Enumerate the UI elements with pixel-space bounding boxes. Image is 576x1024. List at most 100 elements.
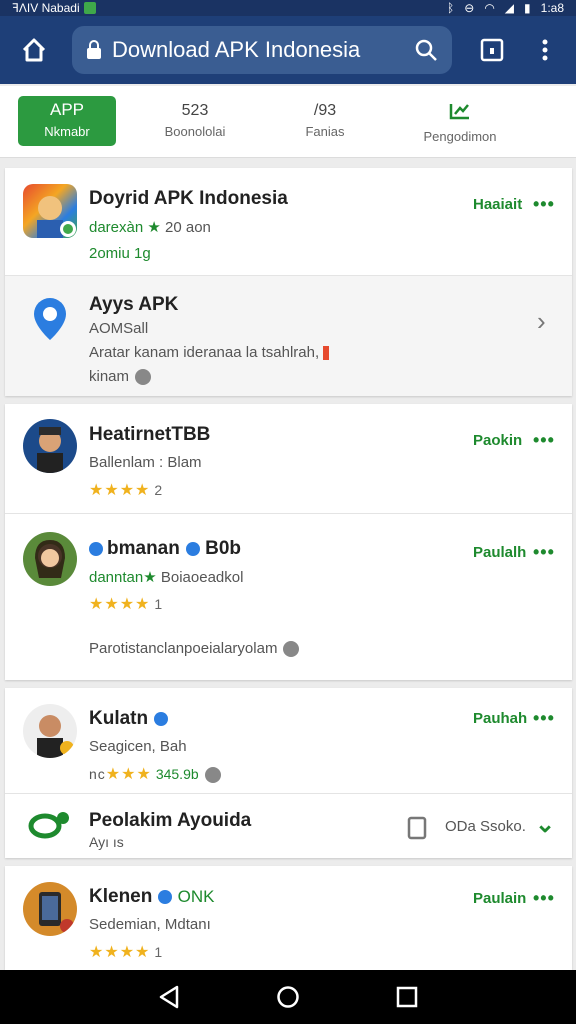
home-icon [22,38,46,62]
item-developer: darexàn ★ 20 aon [89,219,211,236]
item-subtitle: Ballenlam : Blam [89,454,202,471]
card-list: HeatirnetTBB Ballenlam : Blam ★★★★ 2 Paok… [5,404,572,680]
tab-app-label: Nkmabr [44,124,90,139]
item-title: HeatirnetTBB [89,424,211,445]
share-icon [283,641,300,658]
install-button[interactable]: Haaiait [473,196,522,213]
app-icon [23,882,77,936]
tab-settings-label: Pengodimon [423,129,497,144]
item-title: Ayys APK [89,294,179,315]
more-options-icon[interactable]: ••• [533,194,555,215]
tab-downloads-count: 523 [181,102,209,119]
rating-stars: ★★★★ 2 [89,482,163,499]
link-icon [27,808,73,845]
location-pin-icon [23,292,77,346]
recents-button[interactable] [387,977,427,1017]
back-button[interactable] [149,977,189,1017]
install-button[interactable]: Pauhah [473,710,527,727]
install-button[interactable]: Paulalh [473,544,526,561]
clipboard-icon [407,816,429,845]
item-title: Peolakim Ayouida [89,810,252,831]
tab-app-title: APP [49,100,85,119]
more-options-icon[interactable]: ••• [533,708,555,729]
battery-icon: ▮ [524,1,531,15]
chevron-down-icon[interactable]: ⌄ [535,810,555,839]
card-list: Klenen ONK Sedemian, Mdtanı ★★★★ 1 Paulai… [5,866,572,970]
list-item[interactable]: Klenen ONK Sedemian, Mdtanı ★★★★ 1 Paulai… [5,866,572,970]
category-tabs: APP Nkmabr 523 Boonololai /93 Fanias Pen… [0,86,576,158]
overflow-menu-button[interactable] [530,36,560,64]
tab-settings[interactable]: Pengodimon [405,96,515,146]
card-featured: Doyrid APK Indonesia darexàn ★ 20 aon 2o… [5,168,572,396]
home-button[interactable] [0,16,68,84]
tab-fans[interactable]: /93 Fanias [275,96,375,146]
verified-icon [89,541,103,556]
list-item[interactable]: Peolakim Ayouida Ayı ıs ODa Ssoko. ⌄ [5,794,572,858]
tab-app[interactable]: APP Nkmabr [18,96,116,146]
item-subtitle: AOMSall [89,320,149,337]
install-button[interactable]: Paulain [473,890,526,907]
item-status: ODa Ssoko. [445,818,526,835]
url-bar[interactable]: Download APK Indonesia [72,26,452,74]
item-title: Klenen ONK [89,886,215,907]
search-icon[interactable] [414,38,438,62]
item-description: Parotistanclanpoeialaryolam [89,640,300,658]
more-vert-icon [542,39,548,61]
verified-icon [154,711,169,726]
more-options-icon[interactable]: ••• [533,888,555,909]
verified-icon [185,541,200,556]
tab-switcher-button[interactable] [470,36,514,64]
item-title: bmanan B0b [89,538,241,560]
lock-icon [86,40,108,60]
rating-stars: nc★★★ 345.9b [89,764,221,784]
notification-icon [83,2,96,14]
item-subtitle: Ayı ıs [89,834,124,850]
list-item[interactable]: Doyrid APK Indonesia darexàn ★ 20 aon 2o… [5,168,572,276]
list-item[interactable]: HeatirnetTBB Ballenlam : Blam ★★★★ 2 Paok… [5,404,572,514]
tab-fans-count: /93 [313,102,337,119]
signal-icon: ◢ [504,1,515,15]
recents-icon [396,986,417,1008]
app-icon [23,184,77,238]
avatar [23,419,77,473]
dnd-icon: ⊖ [464,1,475,15]
share-icon [204,766,221,783]
item-meta: kinam [89,368,152,386]
wifi-icon: ◠ [484,1,495,15]
item-title: Doyrid APK Indonesia [89,188,288,209]
more-options-icon[interactable]: ••• [533,542,555,563]
avatar [23,704,77,758]
carrier-text: ꟻΛIV Nabadi [12,1,80,15]
home-circle-icon [277,986,299,1008]
chart-icon [405,102,515,125]
chevron-right-icon[interactable]: › [537,306,546,337]
item-developer: danntan★ Boiaoeadkol [89,569,244,586]
url-title: Download APK Indonesia [112,37,361,62]
status-bar: ꟻΛIV Nabadi ᛒ ⊖ ◠ ◢ ▮ 1:a8 [0,0,576,16]
item-meta: 2omiu 1g [89,245,151,262]
bluetooth-icon: ᛒ [447,1,455,15]
verified-icon [158,889,173,904]
back-icon [160,985,179,1009]
item-subtitle: Sedemian, Mdtanı [89,916,211,933]
home-nav-button[interactable] [268,977,308,1017]
list-item[interactable]: bmanan B0b danntan★ Boiaoeadkol ★★★★ 1 Pa… [5,514,572,680]
rating-stars: ★★★★ 1 [89,944,163,961]
tab-fans-label: Fanias [305,124,345,139]
card-list: Kulatn Seagicen, Bah nc★★★ 345.9b Pauhah … [5,688,572,858]
item-title: Kulatn [89,708,169,730]
list-item[interactable]: Ayys APK AOMSall Aratar kanam ideranaa l… [5,276,572,396]
item-description: Aratar kanam ideranaa la tsahlrah, [89,344,330,361]
tab-downloads-label: Boonololai [164,124,226,139]
tab-switcher-icon [480,38,504,62]
browser-toolbar: Download APK Indonesia [0,16,576,84]
share-icon [135,369,152,386]
avatar [23,532,77,586]
more-options-icon[interactable]: ••• [533,430,555,451]
item-subtitle: Seagicen, Bah [89,738,187,755]
clock: 1:a8 [540,1,564,15]
tab-downloads[interactable]: 523 Boonololai [140,96,250,146]
install-button[interactable]: Paokin [473,432,522,449]
list-item[interactable]: Kulatn Seagicen, Bah nc★★★ 345.9b Pauhah … [5,688,572,794]
rating-stars: ★★★★ 1 [89,596,163,613]
